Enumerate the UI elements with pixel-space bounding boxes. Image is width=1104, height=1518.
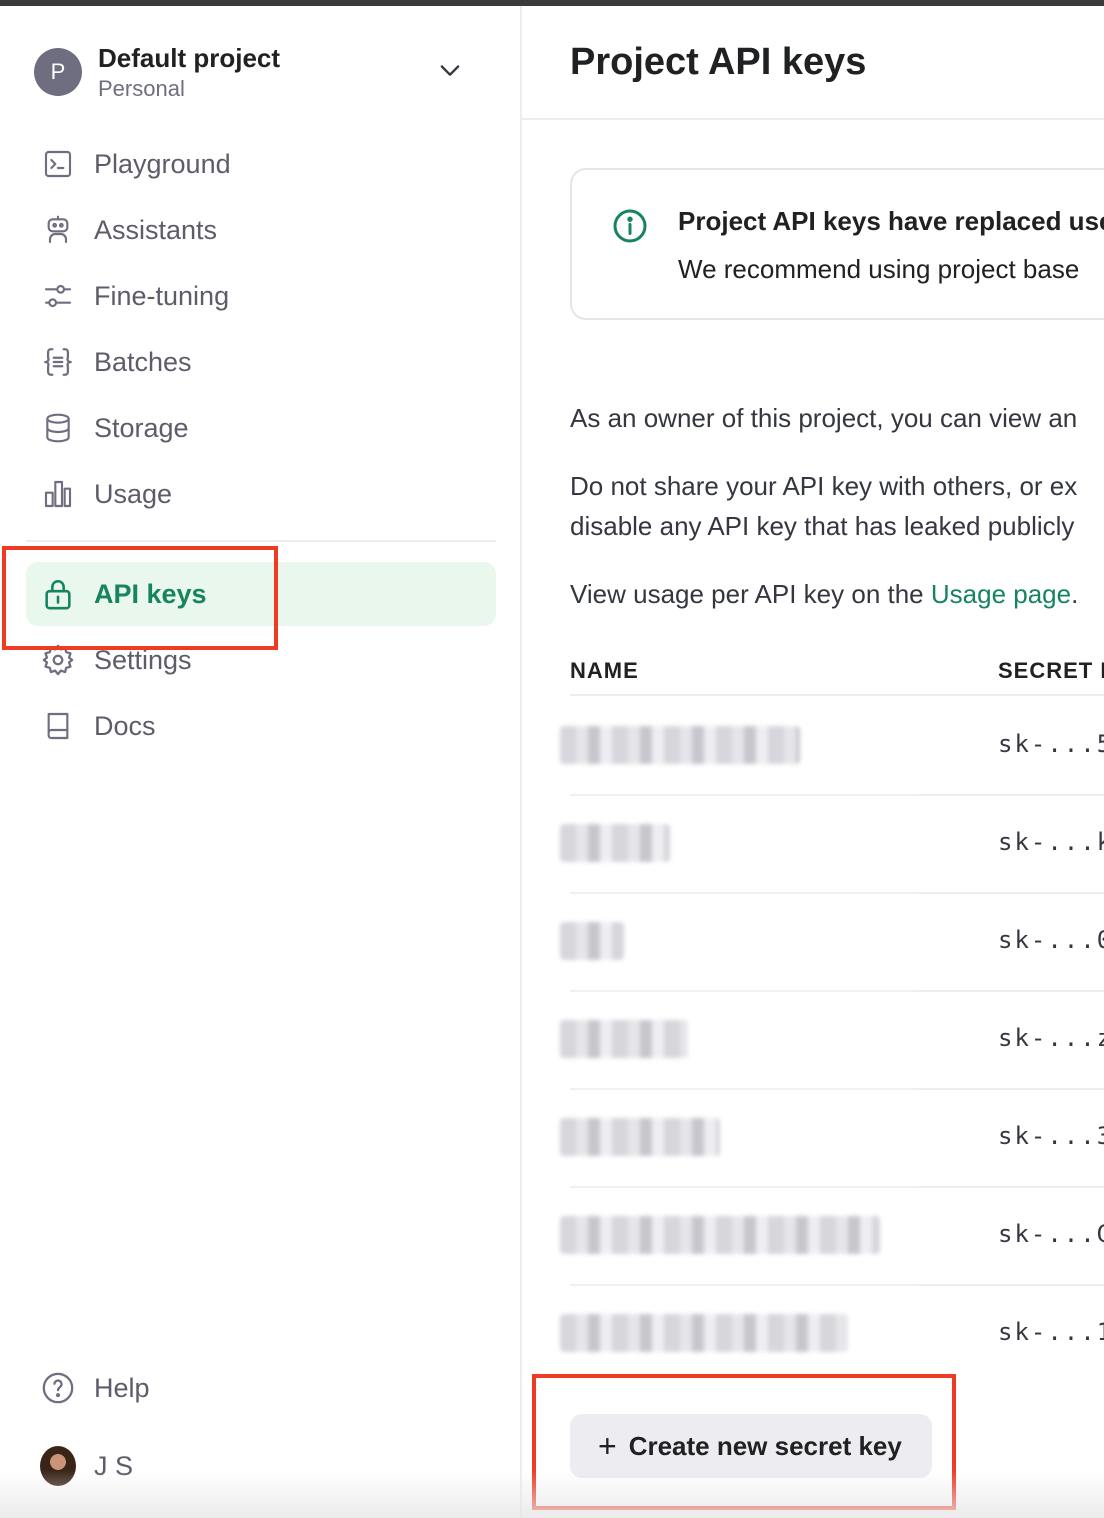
key-name-redacted: [560, 1118, 720, 1156]
table-header: NAME SECRET K: [570, 646, 1104, 696]
secret-key-masked: sk-...5: [998, 730, 1104, 758]
page-header: Project API keys: [522, 6, 1104, 120]
sidebar-nav: Playground Assistants Fine-tuning Batche…: [26, 132, 496, 760]
sidebar-item-storage[interactable]: Storage: [26, 396, 496, 460]
security-warning-line1: Do not share your API key with others, o…: [570, 471, 1078, 501]
column-header-secret: SECRET K: [998, 658, 1104, 683]
sidebar-divider: [26, 540, 496, 542]
sidebar-item-label: Batches: [94, 346, 192, 377]
project-subtitle: Personal: [98, 76, 185, 101]
security-warning-line2: disable any API key that has leaked publ…: [570, 511, 1075, 541]
user-avatar: [40, 1446, 76, 1486]
project-avatar: P: [34, 48, 82, 96]
user-menu[interactable]: J S: [26, 1434, 496, 1498]
highlight-box-api-keys: [2, 546, 278, 650]
braces-icon: [40, 344, 76, 380]
key-name-redacted: [560, 824, 670, 862]
column-header-name: NAME: [570, 658, 639, 683]
secret-key-masked: sk-...3: [998, 1122, 1104, 1150]
robot-icon: [40, 212, 76, 248]
key-name-redacted: [560, 1216, 880, 1254]
main-content: Project API keys Project API keys have r…: [522, 6, 1104, 1518]
chevron-down-icon[interactable]: [436, 56, 464, 84]
usage-link-paragraph: View usage per API key on the Usage page…: [570, 579, 1079, 609]
secret-key-masked: sk-...k: [998, 828, 1104, 856]
notice-text: We recommend using project base: [678, 254, 1080, 284]
user-name: J S: [94, 1450, 134, 1481]
sidebar-item-label: Assistants: [94, 214, 218, 245]
book-icon: [40, 708, 76, 744]
secret-key-masked: sk-...z: [998, 1024, 1104, 1052]
secret-key-masked: sk-...1: [998, 1318, 1104, 1346]
project-name: Default project: [98, 43, 281, 73]
table-row[interactable]: sk-...z: [560, 992, 1104, 1090]
sidebar-item-label: Playground: [94, 148, 231, 179]
info-icon: [613, 209, 647, 243]
sidebar-item-label: Docs: [94, 710, 156, 741]
sidebar-item-batches[interactable]: Batches: [26, 330, 496, 394]
table-row[interactable]: sk-...0: [560, 894, 1104, 992]
sidebar-item-playground[interactable]: Playground: [26, 132, 496, 196]
info-notice: Project API keys have replaced use We re…: [570, 168, 1104, 320]
sliders-icon: [40, 278, 76, 314]
key-name-redacted: [560, 922, 624, 960]
sidebar-bottom-nav: Help J S: [26, 1356, 496, 1500]
table-row[interactable]: sk-...1: [560, 1286, 1104, 1384]
highlight-box-create-button: [532, 1374, 956, 1510]
secret-key-masked: sk-...0: [998, 926, 1104, 954]
owner-description: As an owner of this project, you can vie…: [570, 403, 1078, 433]
table-row[interactable]: sk-...G: [560, 1188, 1104, 1286]
table-row[interactable]: sk-...k: [560, 796, 1104, 894]
sidebar-item-help[interactable]: Help: [26, 1356, 496, 1420]
key-name-redacted: [560, 726, 800, 764]
bar-chart-icon: [40, 476, 76, 512]
sidebar-item-label: Fine-tuning: [94, 280, 230, 311]
notice-title: Project API keys have replaced use: [678, 206, 1104, 236]
database-icon: [40, 410, 76, 446]
sidebar-item-docs[interactable]: Docs: [26, 694, 496, 758]
project-selector[interactable]: P Default project Personal: [34, 36, 474, 108]
sidebar-item-assistants[interactable]: Assistants: [26, 198, 496, 262]
sidebar-item-label: Help: [94, 1372, 150, 1403]
sidebar-item-usage[interactable]: Usage: [26, 462, 496, 526]
sidebar-item-label: Storage: [94, 412, 189, 443]
help-icon: [40, 1370, 76, 1406]
terminal-icon: [40, 146, 76, 182]
key-name-redacted: [560, 1314, 848, 1352]
table-row[interactable]: sk-...5: [560, 698, 1104, 796]
sidebar-item-fine-tuning[interactable]: Fine-tuning: [26, 264, 496, 328]
sidebar: P Default project Personal Playground As…: [0, 6, 520, 1518]
secret-key-masked: sk-...G: [998, 1220, 1104, 1248]
page-title: Project API keys: [570, 40, 867, 83]
usage-page-link[interactable]: Usage page: [931, 579, 1071, 609]
sidebar-item-label: Usage: [94, 478, 173, 509]
table-row[interactable]: sk-...3: [560, 1090, 1104, 1188]
key-name-redacted: [560, 1020, 688, 1058]
